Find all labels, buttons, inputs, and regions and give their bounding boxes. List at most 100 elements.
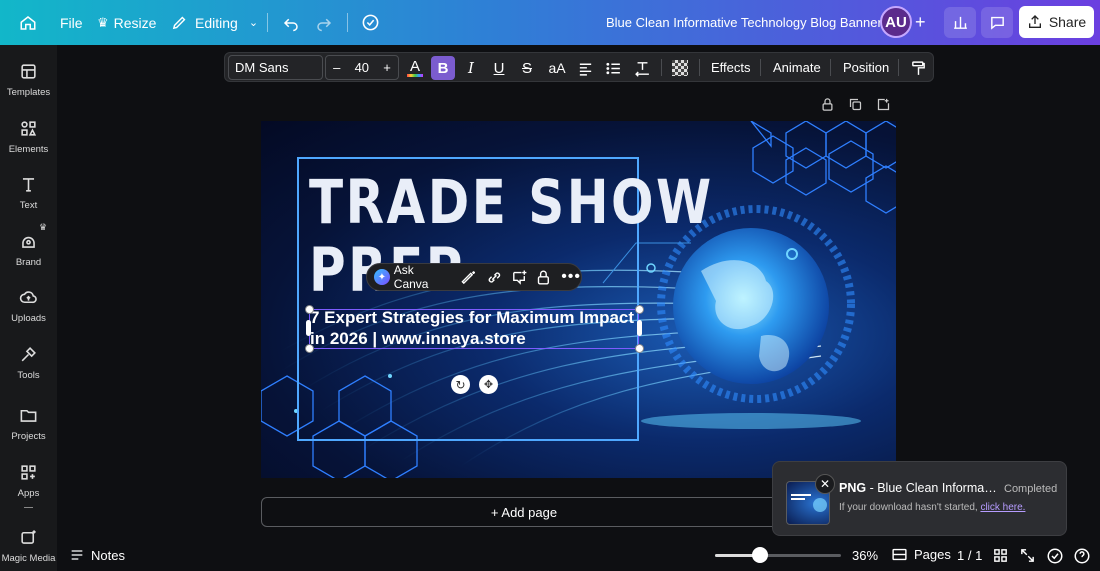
tools-icon	[21, 347, 36, 362]
spacing-button[interactable]	[630, 56, 654, 80]
design-canvas[interactable]: TRADE SHOW PREP 7 Expert Strategies for …	[261, 121, 896, 478]
divider	[830, 59, 831, 76]
close-toast-button[interactable]: ✕	[815, 474, 835, 494]
sidebar-item-magic-media[interactable]: Magic Media	[0, 520, 57, 571]
undo-icon	[283, 18, 298, 31]
folder-icon	[20, 409, 37, 422]
zoom-level[interactable]: 36%	[852, 548, 878, 563]
bold-icon: B	[437, 59, 449, 77]
list-button[interactable]	[601, 56, 625, 80]
file-format: PNG	[839, 481, 867, 495]
redo-button[interactable]	[315, 0, 333, 45]
more-options-icon[interactable]: •••	[561, 268, 581, 286]
animate-button[interactable]: Animate	[773, 53, 821, 81]
decrease-font-size-button[interactable]: –	[333, 60, 340, 75]
text-icon	[22, 178, 35, 192]
letter-case-button[interactable]: aA	[545, 56, 569, 80]
add-comment-icon[interactable]	[511, 269, 528, 286]
sidebar-item-projects[interactable]: Projects	[0, 398, 57, 452]
side-handle[interactable]	[306, 320, 311, 336]
invite-button[interactable]: +	[915, 0, 926, 45]
underline-icon: U	[493, 59, 505, 77]
fullscreen-icon[interactable]	[1019, 547, 1036, 564]
italic-button[interactable]: I	[459, 56, 483, 80]
increase-font-size-button[interactable]: +	[383, 60, 391, 75]
editing-mode-button[interactable]: Editing ⌄	[171, 0, 258, 45]
sidebar-item-tools[interactable]: Tools	[0, 337, 57, 391]
letter-case-icon: aA	[548, 60, 566, 76]
chevron-down-icon: ⌄	[248, 17, 259, 29]
templates-icon	[21, 64, 36, 79]
align-left-icon	[579, 63, 591, 76]
sidebar-item-label: Brand	[15, 257, 42, 268]
sidebar-item-templates[interactable]: Templates	[0, 54, 57, 108]
underline-button[interactable]: U	[487, 56, 511, 80]
sidebar-item-label: Apps	[17, 488, 40, 499]
save-status-button[interactable]	[361, 0, 380, 45]
sidebar-item-elements[interactable]: Elements	[0, 111, 57, 165]
document-title[interactable]: Blue Clean Informative Technology Blog B…	[606, 0, 882, 45]
italic-icon: I	[468, 59, 474, 77]
effects-button[interactable]: Effects	[711, 53, 751, 81]
sidebar-item-apps[interactable]: Apps	[0, 455, 57, 509]
download-hint-text: If your download hasn't started,	[839, 502, 981, 513]
bar-chart-icon	[953, 16, 967, 29]
resize-handle[interactable]	[305, 344, 314, 353]
rotate-handle[interactable]: ↻	[451, 375, 470, 394]
pages-icon	[892, 548, 907, 561]
align-button[interactable]	[573, 56, 597, 80]
add-page-button[interactable]: + Add page	[261, 497, 787, 527]
resize-handle[interactable]	[635, 344, 644, 353]
copy-style-button[interactable]	[906, 56, 930, 80]
notes-button[interactable]: Notes	[69, 547, 125, 563]
lock-page-button[interactable]	[820, 97, 835, 117]
resize-handle[interactable]	[305, 305, 314, 314]
link-icon[interactable]	[486, 269, 503, 286]
pages-button[interactable]: Pages	[891, 546, 951, 563]
text-color-a-icon: A	[409, 57, 420, 75]
divider	[699, 59, 700, 76]
file-menu[interactable]: File	[60, 0, 83, 45]
add-page-icon-button[interactable]	[876, 97, 891, 117]
resize-button[interactable]: ♛ Resize	[97, 0, 156, 45]
zoom-slider-thumb[interactable]	[752, 547, 768, 563]
bottom-bar: Notes 36% Pages 1 / 1	[57, 540, 1100, 571]
title-line-1[interactable]: TRADE SHOW	[309, 169, 714, 237]
share-button[interactable]: Share	[1019, 6, 1094, 38]
elements-icon	[21, 121, 37, 136]
font-family-select[interactable]: DM Sans	[228, 55, 323, 80]
divider	[24, 507, 33, 508]
page-count: 1 / 1	[957, 548, 983, 563]
font-size-input[interactable]: 40	[355, 60, 369, 75]
uploads-icon	[19, 291, 37, 304]
lock-icon[interactable]	[535, 269, 552, 286]
transparency-button[interactable]	[668, 56, 692, 80]
help-icon[interactable]	[1073, 547, 1091, 565]
check-circle-icon[interactable]	[1046, 547, 1064, 565]
side-handle[interactable]	[637, 320, 642, 336]
magic-edit-icon[interactable]	[461, 269, 478, 286]
sidebar-item-text[interactable]: Text	[0, 167, 57, 221]
cloud-check-icon	[362, 14, 379, 31]
resize-handle[interactable]	[635, 305, 644, 314]
text-format-toolbar: DM Sans – 40 + A B I U S aA Effects Anim…	[224, 52, 934, 82]
retry-download-link[interactable]: click here.	[980, 502, 1025, 513]
sidebar-item-uploads[interactable]: Uploads	[0, 280, 57, 334]
comments-button[interactable]	[981, 7, 1013, 38]
avatar[interactable]: AU	[880, 6, 912, 38]
insights-button[interactable]	[944, 7, 976, 38]
ask-canva-button[interactable]: Ask Canva	[394, 263, 451, 291]
text-color-button[interactable]: A	[403, 56, 427, 80]
position-button[interactable]: Position	[843, 53, 889, 81]
move-handle[interactable]: ✥	[479, 375, 498, 394]
home-button[interactable]	[19, 0, 37, 45]
grid-view-icon[interactable]	[992, 547, 1009, 564]
bold-button[interactable]: B	[431, 56, 455, 80]
hexagon-pattern	[750, 121, 896, 214]
zoom-slider[interactable]	[715, 547, 841, 563]
sidebar-item-brand[interactable]: Brand	[0, 224, 57, 278]
duplicate-page-button[interactable]	[848, 97, 863, 117]
strikethrough-button[interactable]: S	[515, 56, 539, 80]
sidebar-item-label: Templates	[6, 87, 51, 98]
undo-button[interactable]	[282, 0, 300, 45]
